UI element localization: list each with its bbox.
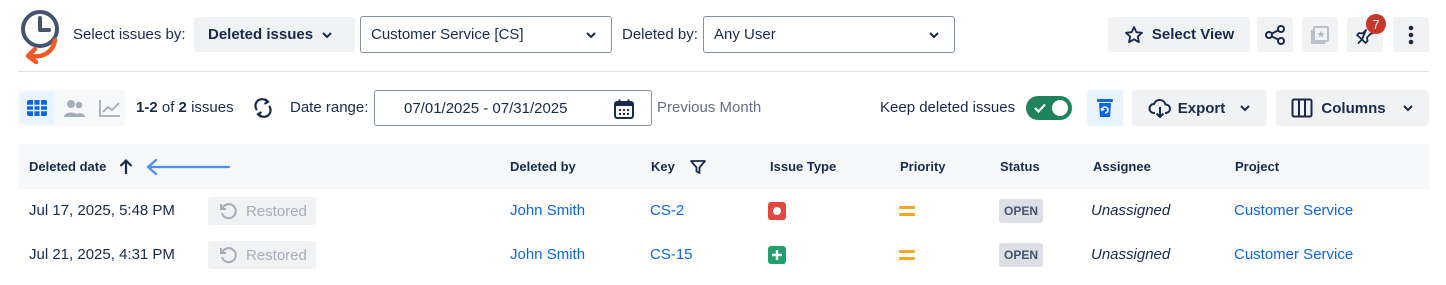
select-issues-dropdown[interactable]: Deleted issues — [194, 17, 355, 52]
deleted-by-link[interactable]: John Smith — [510, 246, 585, 263]
chevron-down-icon — [322, 32, 332, 39]
priority-medium-icon — [899, 250, 915, 260]
arrow-left-icon — [146, 158, 231, 176]
app-logo-icon — [19, 8, 65, 65]
filter-icon[interactable] — [689, 158, 707, 176]
issues-text: issues — [191, 99, 234, 116]
star-icon — [1124, 25, 1143, 43]
check-icon — [1034, 103, 1046, 114]
column-header-project[interactable]: Project — [1235, 159, 1279, 174]
date-range-label: Date range: — [290, 99, 369, 116]
restored-button: Restored — [208, 197, 316, 225]
calendar-icon[interactable] — [613, 98, 635, 120]
select-issues-value: Deleted issues — [208, 26, 314, 43]
columns-icon — [1291, 98, 1313, 118]
select-issues-label: Select issues by: — [73, 26, 186, 43]
recycle-bin-button[interactable] — [1087, 90, 1123, 126]
columns-button[interactable]: Columns — [1276, 90, 1429, 126]
saved-view-button[interactable] — [1302, 17, 1338, 52]
issue-count: 1-2 of 2 issues — [136, 99, 234, 116]
more-vertical-icon — [1408, 25, 1414, 44]
status-label: OPEN — [1003, 204, 1038, 218]
chevron-down-icon — [586, 31, 596, 38]
notification-badge: 7 — [1366, 14, 1386, 34]
columns-label: Columns — [1321, 99, 1386, 117]
restored-label: Restored — [246, 202, 307, 220]
of-text: of — [161, 99, 175, 116]
group-view-button[interactable] — [58, 92, 90, 124]
restored-label: Restored — [246, 246, 307, 264]
chevron-down-icon — [1240, 105, 1250, 112]
date-range-input[interactable]: 07/01/2025 - 07/31/2025 — [374, 90, 652, 126]
more-menu-button[interactable] — [1393, 17, 1429, 52]
column-header-status[interactable]: Status — [1000, 159, 1040, 174]
project-link[interactable]: Customer Service — [1234, 202, 1353, 219]
trash-restore-icon — [1097, 99, 1113, 117]
table-view-button[interactable] — [20, 92, 54, 124]
column-header-issue-type[interactable]: Issue Type — [770, 159, 836, 174]
deleted-by-label: Deleted by: — [622, 26, 698, 43]
project-link[interactable]: Customer Service — [1234, 246, 1353, 263]
assignee: Unassigned — [1091, 202, 1171, 219]
toolbar-divider — [18, 71, 1429, 72]
users-icon — [64, 100, 85, 117]
share-icon — [1265, 24, 1285, 45]
bug-icon — [768, 202, 786, 220]
column-header-priority[interactable]: Priority — [900, 159, 946, 174]
select-view-label: Select View — [1151, 26, 1235, 43]
chevron-down-icon — [929, 31, 939, 38]
notification-count: 7 — [1372, 16, 1380, 32]
chart-view-button[interactable] — [94, 92, 126, 124]
column-header-assignee[interactable]: Assignee — [1093, 159, 1151, 174]
deleted-by-link[interactable]: John Smith — [510, 202, 585, 219]
chevron-down-icon — [1402, 105, 1413, 112]
date-range-value: 07/01/2025 - 07/31/2025 — [404, 99, 568, 117]
status-badge: OPEN — [999, 199, 1043, 223]
export-button[interactable]: Export — [1132, 90, 1267, 126]
deleted-by-value: Any User — [714, 26, 776, 43]
saved-view-icon — [1311, 25, 1329, 44]
refresh-icon — [254, 98, 272, 118]
sort-ascending-icon[interactable] — [118, 158, 134, 176]
undo-icon — [220, 203, 237, 220]
toggle-knob — [1052, 100, 1068, 116]
project-select-value: Customer Service [CS] — [371, 26, 524, 43]
issue-key-link[interactable]: CS-2 — [650, 202, 684, 219]
column-header-deleted-date[interactable]: Deleted date — [29, 159, 106, 174]
keep-deleted-label: Keep deleted issues — [880, 99, 1016, 116]
export-label: Export — [1177, 99, 1226, 117]
priority-medium-icon — [899, 206, 915, 216]
grid-icon — [27, 100, 47, 116]
preset-range-link[interactable]: Previous Month — [657, 99, 761, 116]
select-view-button[interactable]: Select View — [1108, 17, 1250, 52]
project-select[interactable]: Customer Service [CS] — [360, 16, 612, 53]
deleted-by-select[interactable]: Any User — [703, 16, 955, 53]
assignee: Unassigned — [1091, 246, 1171, 263]
share-button[interactable] — [1257, 17, 1293, 52]
undo-icon — [220, 247, 237, 264]
deleted-date: Jul 21, 2025, 4:31 PM — [29, 246, 175, 263]
column-header-key[interactable]: Key — [651, 159, 675, 174]
status-badge: OPEN — [999, 243, 1043, 267]
new-feature-icon — [768, 246, 786, 264]
status-label: OPEN — [1003, 248, 1038, 262]
total-count: 2 — [178, 99, 187, 116]
keep-deleted-toggle[interactable] — [1026, 96, 1072, 120]
refresh-button[interactable] — [250, 96, 276, 120]
deleted-date: Jul 17, 2025, 5:48 PM — [29, 202, 175, 219]
trend-chart-icon — [99, 100, 120, 117]
restored-button: Restored — [208, 241, 316, 269]
cloud-download-icon — [1148, 98, 1171, 119]
column-header-deleted-by[interactable]: Deleted by — [510, 159, 576, 174]
issue-key-link[interactable]: CS-15 — [650, 246, 693, 263]
range-end: 2 — [149, 99, 158, 116]
